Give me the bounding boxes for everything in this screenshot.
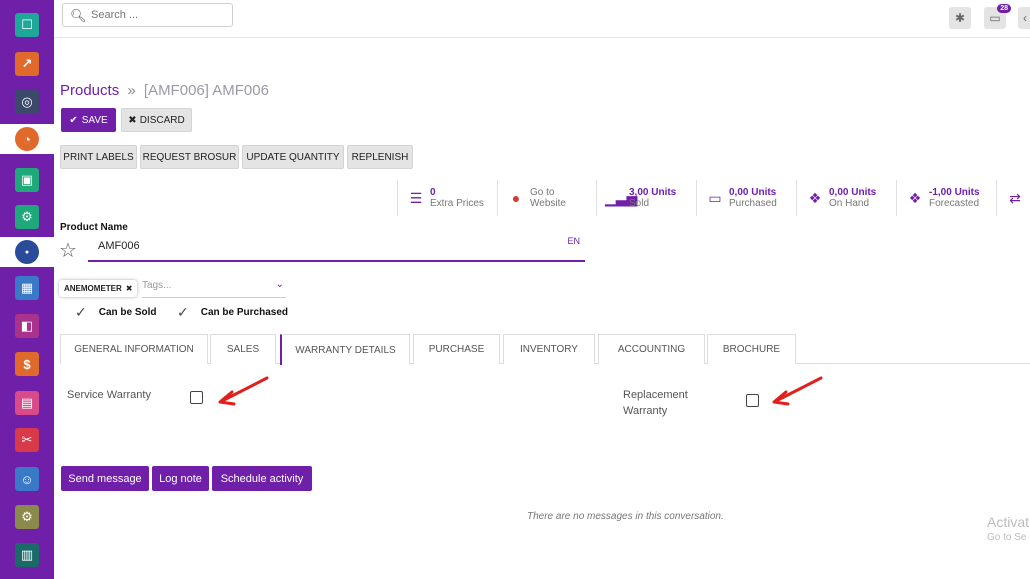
employees-app-icon[interactable]: ☺ xyxy=(15,467,39,491)
app-sidebar: ☐ ↗ ◎ ◔ ▣ ⚙ ● ▦ ◧ $ ▤ ✂ ☺ ⚙ ▥ xyxy=(0,0,54,579)
log-note-button[interactable]: Log note xyxy=(152,466,209,491)
search-box[interactable]: 🔍︎ xyxy=(62,3,233,27)
debug-bug-icon[interactable]: ✱ xyxy=(949,7,971,29)
stat-more[interactable]: ⇄ xyxy=(996,180,1030,216)
invoicing-app-icon[interactable]: $ xyxy=(15,352,39,376)
product-name-label: Product Name xyxy=(60,222,128,233)
messages-badge: 28 xyxy=(997,4,1011,13)
replacement-warranty-checkbox[interactable] xyxy=(746,394,759,407)
notebook-tabs: GENERAL INFORMATION SALES WARRANTY DETAI… xyxy=(60,334,1030,365)
discuss-app-icon[interactable]: ◧ xyxy=(15,314,39,338)
back-icon[interactable]: ‹ xyxy=(1018,7,1030,29)
tab-brochure[interactable]: BROCHURE xyxy=(707,334,796,364)
contacts-app-icon[interactable]: ☐ xyxy=(15,13,39,37)
stat-on-hand[interactable]: ❖ 0,00 Units On Hand xyxy=(796,180,896,216)
annotation-arrow-icon xyxy=(772,376,823,406)
tab-inventory[interactable]: INVENTORY xyxy=(503,334,595,364)
tab-purchase[interactable]: PURCHASE xyxy=(413,334,500,364)
messages-button[interactable]: ▭ 28 xyxy=(984,4,1011,29)
brand-logo-icon[interactable]: ● xyxy=(15,240,39,264)
website-app-icon[interactable]: ▣ xyxy=(15,168,39,192)
tools-app-icon[interactable]: ✂ xyxy=(15,428,39,452)
stat-forecasted[interactable]: ❖ -1,00 Units Forecasted xyxy=(896,180,996,216)
top-bar: 🔍︎ ✱ ▭ 28 ‹ xyxy=(54,0,1030,38)
discard-button[interactable]: ✖ DISCARD xyxy=(121,108,192,132)
chevron-down-icon[interactable]: ⌄ xyxy=(276,279,284,290)
calendar-app-icon[interactable]: ▤ xyxy=(15,391,39,415)
tag-label: ANEMOMETER xyxy=(64,284,122,293)
stat-purchased[interactable]: ▭ 0,00 Units Purchased xyxy=(696,180,796,216)
chat-icon: ▭ xyxy=(989,11,1001,25)
dashboard-app-icon[interactable]: ↗ xyxy=(15,52,39,76)
stat-extra-prices[interactable]: ☰ 0 Extra Prices xyxy=(397,180,497,216)
product-name-value: AMF006 xyxy=(98,240,140,252)
list-icon: ☰ xyxy=(409,189,423,206)
check-icon: ✔ xyxy=(69,114,78,126)
service-warranty-checkbox[interactable] xyxy=(190,391,203,404)
windows-activation-watermark: Activat Go to Se xyxy=(987,514,1030,543)
inventory-app-icon[interactable]: ▦ xyxy=(15,276,39,300)
save-button[interactable]: ✔ SAVE xyxy=(61,108,116,132)
language-button[interactable]: EN xyxy=(567,236,580,246)
schedule-activity-button[interactable]: Schedule activity xyxy=(212,466,312,491)
search-input[interactable] xyxy=(91,6,227,24)
replacement-warranty-label: Replacement Warranty xyxy=(623,389,688,417)
tab-sales[interactable]: SALES xyxy=(210,334,276,364)
product-name-input[interactable]: AMF006 EN xyxy=(88,236,585,262)
globe-icon: ● xyxy=(511,190,521,206)
cubes-icon: ❖ xyxy=(908,189,922,206)
purchase-app-icon[interactable]: ⚙ xyxy=(15,205,39,229)
exchange-icon: ⇄ xyxy=(1009,189,1021,206)
apps-app-icon[interactable]: ▥ xyxy=(15,543,39,567)
request-brosur-button[interactable]: REQUEST BROSUR xyxy=(140,145,239,169)
cubes-icon: ❖ xyxy=(808,189,822,206)
send-message-button[interactable]: Send message xyxy=(61,466,149,491)
stat-sold[interactable]: ▁▃▅ 3,00 Units Sold xyxy=(596,180,696,216)
credit-card-icon: ▭ xyxy=(708,189,722,206)
breadcrumb-current: [AMF006] AMF006 xyxy=(143,82,269,99)
search-icon: 🔍︎ xyxy=(70,8,87,23)
tag-remove-icon[interactable]: ✖ xyxy=(126,284,133,293)
breadcrumb-parent[interactable]: Products xyxy=(60,82,119,99)
replenish-button[interactable]: REPLENISH xyxy=(347,145,413,169)
stat-go-to-website[interactable]: ● Go to Website xyxy=(497,180,596,216)
settings-app-icon[interactable]: ⚙ xyxy=(15,505,39,529)
favorite-star-icon[interactable]: ☆ xyxy=(59,238,77,263)
service-warranty-label: Service Warranty xyxy=(67,389,151,401)
check-icon[interactable]: ✓ xyxy=(75,304,87,321)
tags-input[interactable]: Tags... ⌄ xyxy=(142,279,286,298)
breadcrumb-separator: » xyxy=(127,82,136,99)
sales-app-icon[interactable]: ◔ xyxy=(15,127,39,151)
tab-accounting[interactable]: ACCOUNTING xyxy=(598,334,705,364)
can-be-purchased-row[interactable]: ✓ Can be Purchased xyxy=(177,304,288,321)
empty-messages-text: There are no messages in this conversati… xyxy=(527,511,724,522)
tags-placeholder: Tags... xyxy=(142,280,172,291)
tag-chip: ANEMOMETER ✖ xyxy=(59,280,138,297)
signal-icon: ▁▃▅ xyxy=(605,189,638,206)
close-icon: ✖ xyxy=(128,114,137,126)
update-quantity-button[interactable]: UPDATE QUANTITY xyxy=(242,145,344,169)
annotation-arrow-icon xyxy=(218,376,269,406)
tab-warranty-details[interactable]: WARRANTY DETAILS xyxy=(280,334,410,365)
can-be-sold-row[interactable]: ✓ Can be Sold xyxy=(75,304,157,321)
crm-app-icon[interactable]: ◎ xyxy=(15,90,39,114)
print-labels-button[interactable]: PRINT LABELS xyxy=(60,145,137,169)
check-icon[interactable]: ✓ xyxy=(177,304,189,321)
tab-general-information[interactable]: GENERAL INFORMATION xyxy=(60,334,208,364)
breadcrumb: Products » [AMF006] AMF006 xyxy=(60,82,269,99)
